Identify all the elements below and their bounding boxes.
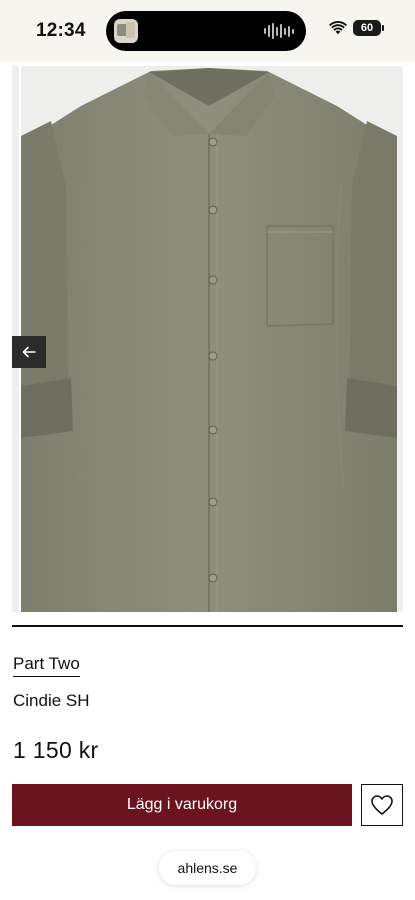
section-divider bbox=[12, 625, 403, 627]
product-price: 1 150 kr bbox=[13, 737, 99, 763]
product-image[interactable] bbox=[12, 66, 403, 612]
now-playing-thumbnail bbox=[114, 19, 138, 43]
wishlist-button[interactable] bbox=[361, 784, 403, 826]
battery-icon: 60 bbox=[353, 20, 384, 36]
next-image-peek bbox=[397, 66, 403, 612]
wifi-icon bbox=[329, 21, 347, 35]
status-time: 12:34 bbox=[36, 20, 86, 41]
product-name: Cindie SH bbox=[13, 691, 90, 710]
arrow-left-icon bbox=[22, 346, 36, 358]
add-to-cart-button[interactable]: Lägg i varukorg bbox=[12, 784, 352, 826]
browser-url-pill[interactable]: ahlens.se bbox=[159, 851, 256, 885]
status-bar: 12:34 60 bbox=[0, 0, 415, 62]
audio-wave-icon bbox=[264, 22, 294, 40]
dynamic-island[interactable] bbox=[106, 11, 306, 51]
shirt-photo bbox=[21, 68, 397, 612]
status-indicators: 60 bbox=[329, 20, 384, 36]
heart-icon bbox=[371, 795, 393, 815]
previous-image-button[interactable] bbox=[12, 336, 46, 368]
brand-link[interactable]: Part Two bbox=[13, 654, 80, 677]
